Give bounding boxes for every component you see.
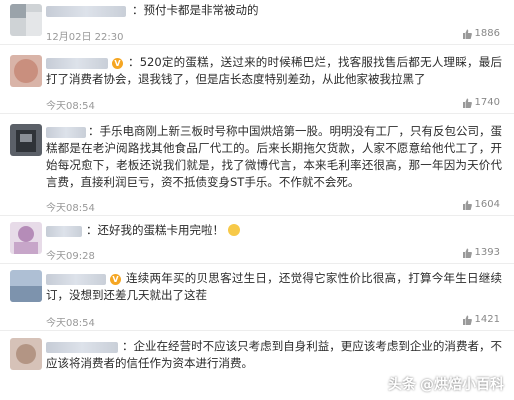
comment-text: 连续两年买的贝思客过生日，还觉得它家性价比很高，打算今年生日继续订，没想到还差几… <box>46 271 502 302</box>
avatar[interactable] <box>10 4 42 36</box>
comment-text: ：还好我的蛋糕卡用完啦！ <box>86 222 502 239</box>
avatar[interactable] <box>10 55 42 87</box>
like-button[interactable]: 1604 <box>462 199 500 210</box>
thumbs-up-icon <box>462 248 472 258</box>
divider <box>0 330 514 331</box>
username[interactable] <box>46 226 82 237</box>
thumbs-up-icon <box>462 98 472 108</box>
comment-text: ：手乐电商刚上新三板时号称中国烘焙第一股。明明没有工厂，只有反包公司，蛋糕都是在… <box>46 124 502 189</box>
like-count: 1604 <box>474 199 500 210</box>
avatar[interactable] <box>10 222 42 254</box>
comment-text-content: ：还好我的蛋糕卡用完啦！ <box>86 223 224 237</box>
like-button[interactable]: 1393 <box>462 247 500 258</box>
like-button[interactable]: 1740 <box>462 97 500 108</box>
divider <box>0 44 514 45</box>
laughing-emoji-icon <box>227 224 240 236</box>
comment-time: 今天08:54 <box>46 101 95 112</box>
like-count: 1740 <box>474 97 500 108</box>
comment-time: 今天08:54 <box>46 203 95 214</box>
comment-time: 12月02日 22:30 <box>46 32 124 43</box>
comment-time: 今天09:28 <box>46 251 95 262</box>
comment-time: 今天08:54 <box>46 318 95 329</box>
comment-text: ：520定的蛋糕，送过来的时候稀巴烂，找客服找售后都无人理睬，最后打了消费者协会… <box>46 55 502 86</box>
avatar[interactable] <box>10 338 42 370</box>
avatar[interactable] <box>10 270 42 302</box>
like-count: 1393 <box>474 247 500 258</box>
watermark-prefix: 头条 <box>388 377 416 393</box>
like-button[interactable]: 1886 <box>462 28 500 39</box>
comment-text: ：预付卡都是非常被动的 <box>132 3 259 17</box>
divider <box>0 263 514 264</box>
like-count: 1421 <box>474 314 500 325</box>
divider <box>0 215 514 216</box>
thumbs-up-icon <box>462 29 472 39</box>
comment-text: ：企业在经营时不应该只考虑到自身利益，更应该考虑到企业的消费者，不应该将消费者的… <box>46 339 502 370</box>
thumbs-up-icon <box>462 200 472 210</box>
thumbs-up-icon <box>462 315 472 325</box>
avatar[interactable] <box>10 124 42 156</box>
watermark: 头条 @烘焙小百科 <box>388 374 504 394</box>
like-button[interactable]: 1421 <box>462 314 500 325</box>
watermark-handle: @烘焙小百科 <box>420 377 504 393</box>
username[interactable] <box>46 6 126 17</box>
like-count: 1886 <box>474 28 500 39</box>
divider <box>0 113 514 114</box>
